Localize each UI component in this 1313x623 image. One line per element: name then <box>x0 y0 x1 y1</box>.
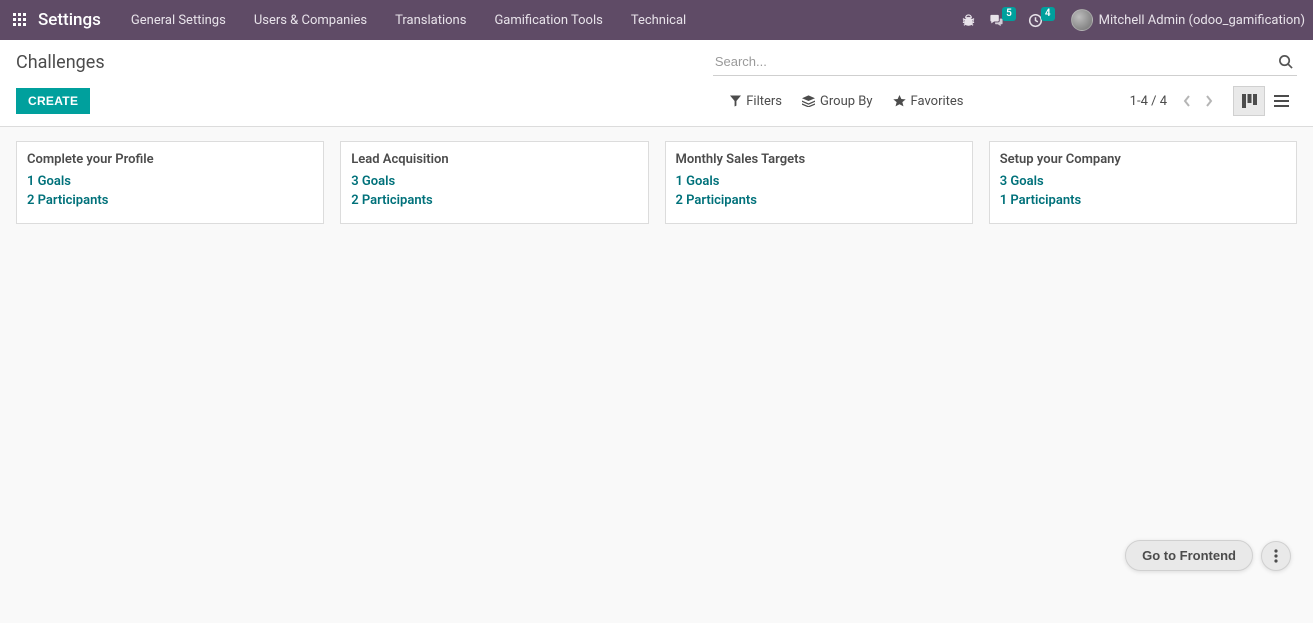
nav-item-gamification-tools[interactable]: Gamification Tools <box>480 0 616 40</box>
filters-label: Filters <box>746 94 782 109</box>
nav-items: General Settings Users & Companies Trans… <box>117 0 700 40</box>
search-options: Filters Group By Favorites <box>730 94 963 109</box>
favorites-menu[interactable]: Favorites <box>893 94 964 109</box>
avatar <box>1071 9 1093 31</box>
kanban-icon <box>1242 94 1257 108</box>
nav-item-users-companies[interactable]: Users & Companies <box>240 0 381 40</box>
messages-badge: 5 <box>1002 7 1016 21</box>
nav-item-general-settings[interactable]: General Settings <box>117 0 240 40</box>
chevron-right-icon <box>1205 95 1213 107</box>
card-goals-link[interactable]: 3 Goals <box>351 173 637 192</box>
search-input[interactable] <box>713 48 1274 75</box>
view-list-button[interactable] <box>1265 86 1297 116</box>
create-button[interactable]: CREATE <box>16 88 90 114</box>
card-goals-link[interactable]: 1 Goals <box>27 173 313 192</box>
card-title: Setup your Company <box>1000 152 1286 167</box>
go-to-frontend-button[interactable]: Go to Frontend <box>1125 540 1253 571</box>
debug-button[interactable] <box>961 13 976 28</box>
card-title: Lead Acquisition <box>351 152 637 167</box>
card-participants-link[interactable]: 2 Participants <box>676 192 962 211</box>
chevron-left-icon <box>1183 95 1191 107</box>
page-title: Challenges <box>16 52 105 73</box>
card-title: Monthly Sales Targets <box>676 152 962 167</box>
systray: 5 4 Mitchell Admin (odoo_gamification) <box>961 9 1305 31</box>
user-menu[interactable]: Mitchell Admin (odoo_gamification) <box>1067 9 1305 31</box>
pager-next[interactable] <box>1203 91 1215 111</box>
messages-button[interactable]: 5 <box>988 13 1016 28</box>
card-participants-link[interactable]: 2 Participants <box>27 192 313 211</box>
challenge-card[interactable]: Complete your Profile 1 Goals 2 Particip… <box>16 141 324 224</box>
layers-icon <box>802 95 815 107</box>
star-icon <box>893 95 906 107</box>
card-title: Complete your Profile <box>27 152 313 167</box>
floating-menu-button[interactable] <box>1261 541 1291 571</box>
groupby-label: Group By <box>820 94 873 109</box>
floating-actions: Go to Frontend <box>1125 540 1291 571</box>
search-icon <box>1278 54 1293 69</box>
search-button[interactable] <box>1274 50 1297 73</box>
username-label: Mitchell Admin (odoo_gamification) <box>1099 13 1305 28</box>
app-brand[interactable]: Settings <box>38 10 101 30</box>
activities-badge: 4 <box>1041 7 1055 21</box>
pager-text[interactable]: 1-4 / 4 <box>1130 94 1167 109</box>
bug-icon <box>961 13 976 28</box>
card-participants-link[interactable]: 2 Participants <box>351 192 637 211</box>
groupby-menu[interactable]: Group By <box>802 94 873 109</box>
challenge-card[interactable]: Monthly Sales Targets 1 Goals 2 Particip… <box>665 141 973 224</box>
apps-menu-button[interactable] <box>0 0 40 40</box>
search-bar <box>713 48 1297 76</box>
nav-item-translations[interactable]: Translations <box>381 0 480 40</box>
challenge-card[interactable]: Setup your Company 3 Goals 1 Participant… <box>989 141 1297 224</box>
kanban-view: Complete your Profile 1 Goals 2 Particip… <box>0 127 1313 238</box>
control-panel: Challenges CREATE Filters Group By <box>0 40 1313 127</box>
card-goals-link[interactable]: 3 Goals <box>1000 173 1286 192</box>
card-participants-link[interactable]: 1 Participants <box>1000 192 1286 211</box>
activities-button[interactable]: 4 <box>1028 13 1055 28</box>
nav-item-technical[interactable]: Technical <box>617 0 700 40</box>
topbar: Settings General Settings Users & Compan… <box>0 0 1313 40</box>
filters-menu[interactable]: Filters <box>730 94 782 109</box>
view-kanban-button[interactable] <box>1233 86 1265 116</box>
challenge-card[interactable]: Lead Acquisition 3 Goals 2 Participants <box>340 141 648 224</box>
pager-prev[interactable] <box>1181 91 1193 111</box>
favorites-label: Favorites <box>911 94 964 109</box>
filter-icon <box>730 95 741 107</box>
list-icon <box>1274 95 1289 107</box>
apps-icon <box>12 12 28 28</box>
card-goals-link[interactable]: 1 Goals <box>676 173 962 192</box>
more-vertical-icon <box>1274 549 1278 563</box>
